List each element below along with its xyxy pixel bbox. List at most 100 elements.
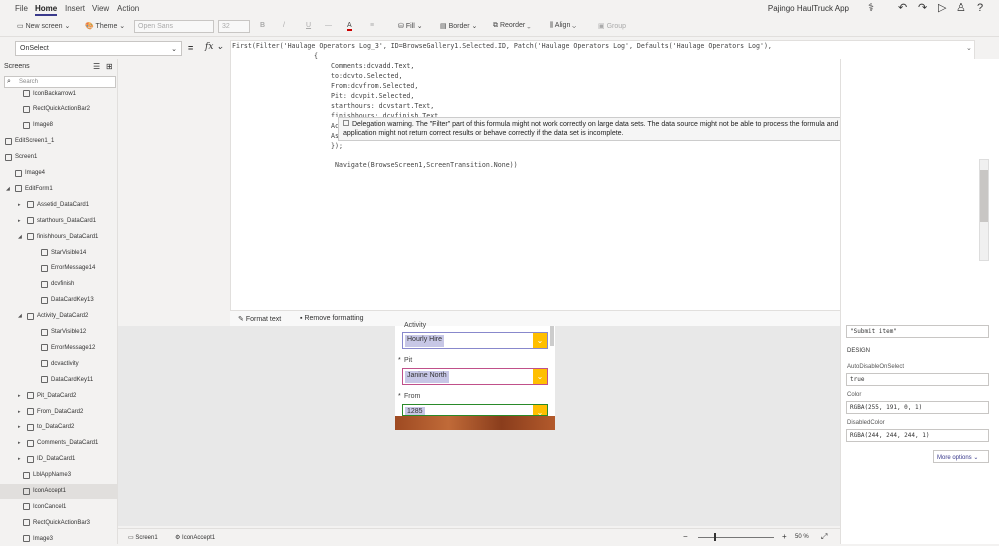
align-text-icon[interactable]: ≡ <box>370 22 374 29</box>
help-icon[interactable]: ? <box>977 2 983 14</box>
stethoscope-icon[interactable]: ⚕ <box>868 2 874 14</box>
format-text-button[interactable]: ✎ Format text <box>238 315 281 323</box>
font-select[interactable]: Open Sans <box>134 20 214 33</box>
tree-item-rectquickactionbar2[interactable]: RectQuickActionBar2 <box>14 102 90 117</box>
font-color-icon[interactable]: A <box>347 22 352 31</box>
menu-file[interactable]: File <box>15 4 28 13</box>
code-scrollbar-thumb[interactable] <box>980 170 988 222</box>
expand-caret-icon[interactable]: ▸ <box>18 218 24 224</box>
reorder-button[interactable]: ⧉ Reorder ⌄ <box>493 22 531 30</box>
expand-caret-icon[interactable]: ◢ <box>18 234 24 240</box>
menu-insert[interactable]: Insert <box>65 4 85 13</box>
tree-item-errormessage12[interactable]: ErrorMessage12 <box>32 340 95 355</box>
expand-caret-icon[interactable]: ▸ <box>18 393 24 399</box>
tree-item-to_datacard2[interactable]: ▸ to_DataCard2 <box>18 420 74 435</box>
auto-disable-input[interactable]: true <box>846 373 989 386</box>
expand-caret-icon[interactable]: ▸ <box>18 202 24 208</box>
new-screen-button[interactable]: ▭ New screen ⌄ <box>17 22 70 30</box>
activity-dropdown[interactable]: Hourly Hire ⌄ <box>402 332 548 349</box>
expand-caret-icon[interactable]: ◢ <box>0 154 2 160</box>
menu-view[interactable]: View <box>92 4 109 13</box>
tree-item-lblappname3[interactable]: LblAppName3 <box>14 468 71 483</box>
pit-label: Pit <box>404 357 413 364</box>
icon-icon <box>23 90 30 97</box>
screen-tab[interactable]: ▭ Screen1 <box>128 534 158 541</box>
group-button[interactable]: ▣ Group <box>598 22 626 30</box>
tree-item-pit_datacard2[interactable]: ▸ Pit_DataCard2 <box>18 388 76 403</box>
menu-action[interactable]: Action <box>117 4 139 13</box>
expand-caret-icon[interactable]: ▸ <box>18 409 24 415</box>
tree-item-dcvfinish[interactable]: dcvfinish <box>32 277 74 292</box>
disabled-color-input[interactable]: RGBA(244, 244, 244, 1) <box>846 429 989 442</box>
tree-item-iconcancel1[interactable]: IconCancel1 <box>14 499 66 514</box>
tree-item-from_datacard2[interactable]: ▸ From_DataCard2 <box>18 404 83 419</box>
font-size-select[interactable]: 32 <box>218 20 250 33</box>
tree-item-datacardkey13[interactable]: DataCardKey13 <box>32 293 94 308</box>
activity-label: Activity <box>404 322 427 329</box>
fill-button[interactable]: ⛁ Fill ⌄ <box>398 22 423 30</box>
tree-item-editscreen1_1[interactable]: ▸ EditScreen1_1 <box>0 134 54 149</box>
tree-item-image4[interactable]: Image4 <box>6 166 45 181</box>
pit-dropdown[interactable]: Janine North ⌄ <box>402 368 548 385</box>
align-button[interactable]: ⫼ Align ⌄ <box>550 22 576 30</box>
tree-item-comments_datacard1[interactable]: ▸ Comments_DataCard1 <box>18 436 98 451</box>
control-icon: ⚙ <box>175 535 183 541</box>
list-view-icon[interactable]: ☰ <box>93 62 100 71</box>
tree-item-starvisible14[interactable]: StarVisible14 <box>32 245 86 260</box>
format-text-label: Format text <box>245 316 282 323</box>
tree-item-label: IconBackarrow1 <box>33 90 77 97</box>
menu-home[interactable]: Home <box>35 4 58 16</box>
bold-button[interactable]: B <box>260 22 265 29</box>
grid-view-icon[interactable]: ⊞ <box>106 62 113 71</box>
text-property-input[interactable]: "Submit item" <box>846 325 989 338</box>
zoom-slider-handle[interactable] <box>714 533 716 541</box>
zoom-out-button[interactable]: − <box>683 532 688 541</box>
tree-item-errormessage14[interactable]: ErrorMessage14 <box>32 261 95 276</box>
form-scrollbar[interactable] <box>550 326 554 346</box>
theme-button[interactable]: 🎨 Theme ⌄ <box>85 22 125 30</box>
expand-caret-icon[interactable]: ◢ <box>18 313 24 319</box>
fx-button[interactable]: fx ⌄ <box>205 42 224 52</box>
tree-item-screen1[interactable]: ◢ Screen1 <box>0 150 37 165</box>
redo-icon[interactable]: ↷ <box>918 2 927 14</box>
tree-item-iconbackarrow1[interactable]: IconBackarrow1 <box>14 86 76 101</box>
tree-item-rectquickactionbar3[interactable]: RectQuickActionBar3 <box>14 515 90 530</box>
fit-to-window-icon[interactable]: ⤢ <box>821 532 827 542</box>
expand-caret-icon[interactable]: ◢ <box>6 186 12 192</box>
remove-formatting-button[interactable]: ▪ Remove formatting <box>300 315 364 322</box>
collapse-editor-icon[interactable]: ⌄ <box>966 44 972 52</box>
zoom-in-button[interactable]: + <box>782 532 787 541</box>
strikethrough-icon[interactable]: — <box>325 22 332 29</box>
card-icon <box>27 408 34 415</box>
border-icon: ▤ <box>440 23 449 30</box>
tree-item-iconaccept1[interactable]: IconAccept1 <box>0 483 117 499</box>
control-tab[interactable]: ⚙ IconAccept1 <box>175 534 215 541</box>
more-options-button[interactable]: More options ⌄ <box>933 450 989 463</box>
tree-item-dcvactivity[interactable]: dcvactivity <box>32 356 79 371</box>
undo-icon[interactable]: ↶ <box>898 2 907 14</box>
user-icon[interactable]: ♙ <box>956 2 966 14</box>
tree-item-editform1[interactable]: ◢ EditForm1 <box>6 181 53 196</box>
expand-caret-icon[interactable]: ▸ <box>18 440 24 446</box>
border-button[interactable]: ▤ Border ⌄ <box>440 22 477 30</box>
tree-item-assetid_datacard1[interactable]: ▸ Assetid_DataCard1 <box>18 197 89 212</box>
tree-item-id_datacard1[interactable]: ▸ ID_DataCard1 <box>18 452 75 467</box>
from-dropdown[interactable]: 1285 ⌄ <box>402 404 548 416</box>
more-options-label: More options <box>937 455 972 461</box>
expand-caret-icon[interactable]: ▸ <box>18 424 24 430</box>
zoom-slider[interactable] <box>698 537 774 538</box>
play-icon[interactable]: ▷ <box>938 2 946 14</box>
screen-icon <box>5 137 12 145</box>
expand-caret-icon[interactable]: ▸ <box>0 138 2 144</box>
tree-item-starthours_datacard1[interactable]: ▸ starthours_DataCard1 <box>18 213 96 228</box>
property-select[interactable]: OnSelect ⌄ <box>15 41 182 56</box>
underline-icon[interactable]: U <box>306 22 311 29</box>
italic-icon[interactable]: / <box>283 22 285 29</box>
tree-item-activity_datacard2[interactable]: ◢ Activity_DataCard2 <box>18 309 88 324</box>
expand-caret-icon[interactable]: ▸ <box>18 456 24 462</box>
tree-item-image8[interactable]: Image8 <box>14 118 53 133</box>
tree-item-starvisible12[interactable]: StarVisible12 <box>32 325 86 340</box>
tree-item-datacardkey11[interactable]: DataCardKey11 <box>32 372 93 387</box>
color-input[interactable]: RGBA(255, 191, 0, 1) <box>846 401 989 414</box>
tree-item-finishhours_datacard1[interactable]: ◢ finishhours_DataCard1 <box>18 229 98 244</box>
